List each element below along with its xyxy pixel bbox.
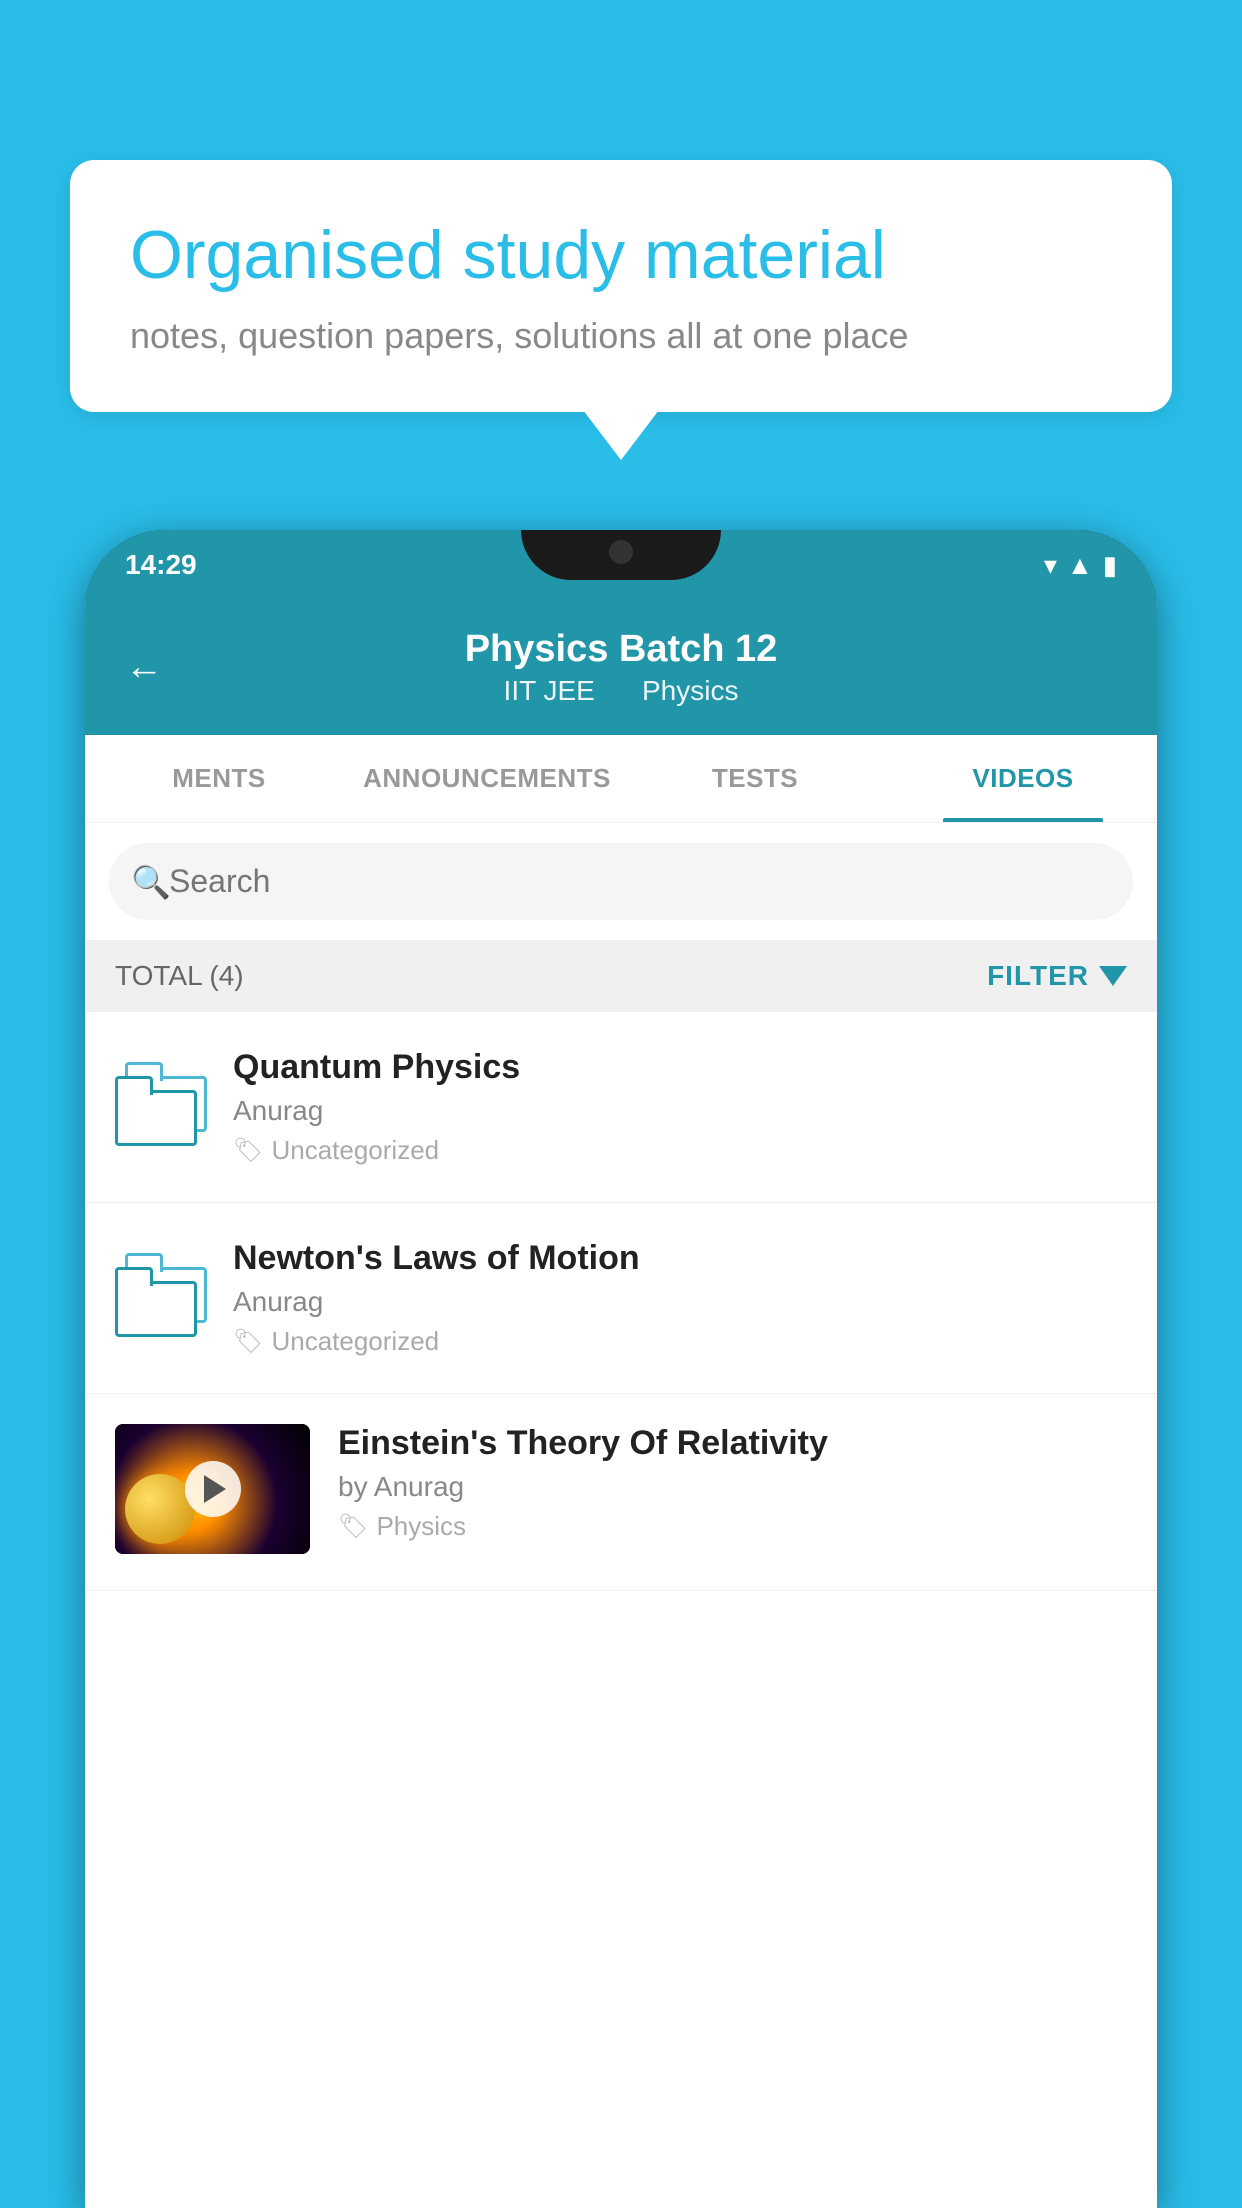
speech-bubble: Organised study material notes, question… [70, 160, 1172, 412]
status-time: 14:29 [125, 549, 197, 581]
item-title: Newton's Laws of Motion [233, 1239, 1127, 1278]
tab-announcements[interactable]: ANNOUNCEMENTS [353, 735, 621, 822]
item-author: Anurag [233, 1095, 1127, 1127]
speech-bubble-title: Organised study material [130, 215, 1112, 297]
header-subtitle-part2: Physics [642, 675, 738, 706]
phone-frame: 14:29 ▾ ▲ ▮ ← Physics Batch 12 IIT JEE P… [85, 530, 1157, 2208]
speech-bubble-container: Organised study material notes, question… [70, 160, 1172, 412]
list-item[interactable]: Einstein's Theory Of Relativity by Anura… [85, 1394, 1157, 1591]
header-subtitle-part1: IIT JEE [504, 675, 595, 706]
item-info: Quantum Physics Anurag 🏷 Uncategorized [233, 1048, 1127, 1166]
filter-icon [1099, 966, 1127, 986]
list-item[interactable]: Newton's Laws of Motion Anurag 🏷 Uncateg… [85, 1203, 1157, 1394]
play-icon [204, 1475, 226, 1503]
folder-front-layer [115, 1076, 191, 1136]
back-button[interactable]: ← [125, 646, 163, 689]
tag-icon: 🏷 [233, 1136, 263, 1165]
status-icons: ▾ ▲ ▮ [1044, 550, 1117, 581]
item-tag: 🏷 Uncategorized [233, 1326, 1127, 1357]
battery-icon: ▮ [1103, 550, 1117, 581]
search-container: 🔍 [85, 823, 1157, 940]
folder-icon [115, 1253, 203, 1333]
wifi-icon: ▾ [1044, 550, 1057, 581]
filter-button[interactable]: FILTER [987, 960, 1127, 992]
item-title: Quantum Physics [233, 1048, 1127, 1087]
filter-total: TOTAL (4) [115, 960, 244, 992]
item-author: by Anurag [338, 1471, 1127, 1503]
header-content: Physics Batch 12 IIT JEE Physics [183, 628, 1059, 707]
tag-icon: 🏷 [338, 1512, 368, 1541]
tab-ments[interactable]: MENTS [85, 735, 353, 822]
filter-bar: TOTAL (4) FILTER [85, 940, 1157, 1012]
item-thumbnail [115, 1062, 205, 1152]
item-title: Einstein's Theory Of Relativity [338, 1424, 1127, 1463]
item-author: Anurag [233, 1286, 1127, 1318]
item-tag: 🏷 Uncategorized [233, 1135, 1127, 1166]
speech-bubble-subtitle: notes, question papers, solutions all at… [130, 315, 1112, 357]
play-button[interactable] [185, 1461, 241, 1517]
search-icon: 🔍 [131, 863, 171, 901]
status-bar: 14:29 ▾ ▲ ▮ [85, 530, 1157, 600]
video-thumbnail [115, 1424, 310, 1554]
item-thumbnail [115, 1253, 205, 1343]
tab-tests[interactable]: TESTS [621, 735, 889, 822]
tag-icon: 🏷 [233, 1327, 263, 1356]
search-wrapper: 🔍 [109, 843, 1133, 920]
item-info: Einstein's Theory Of Relativity by Anura… [338, 1424, 1127, 1542]
camera-dot [609, 540, 633, 564]
signal-icon: ▲ [1067, 550, 1093, 581]
list-item[interactable]: Quantum Physics Anurag 🏷 Uncategorized [85, 1012, 1157, 1203]
app-header: ← Physics Batch 12 IIT JEE Physics [85, 600, 1157, 735]
tabs-bar: MENTS ANNOUNCEMENTS TESTS VIDEOS [85, 735, 1157, 823]
folder-front-layer [115, 1267, 191, 1327]
header-subtitle: IIT JEE Physics [183, 675, 1059, 707]
video-list: Quantum Physics Anurag 🏷 Uncategorized [85, 1012, 1157, 1591]
item-info: Newton's Laws of Motion Anurag 🏷 Uncateg… [233, 1239, 1127, 1357]
phone-screen: ← Physics Batch 12 IIT JEE Physics MENTS… [85, 600, 1157, 2208]
header-title: Physics Batch 12 [183, 628, 1059, 671]
tab-videos[interactable]: VIDEOS [889, 735, 1157, 822]
item-tag: 🏷 Physics [338, 1511, 1127, 1542]
folder-icon [115, 1062, 203, 1142]
search-input[interactable] [109, 843, 1133, 920]
